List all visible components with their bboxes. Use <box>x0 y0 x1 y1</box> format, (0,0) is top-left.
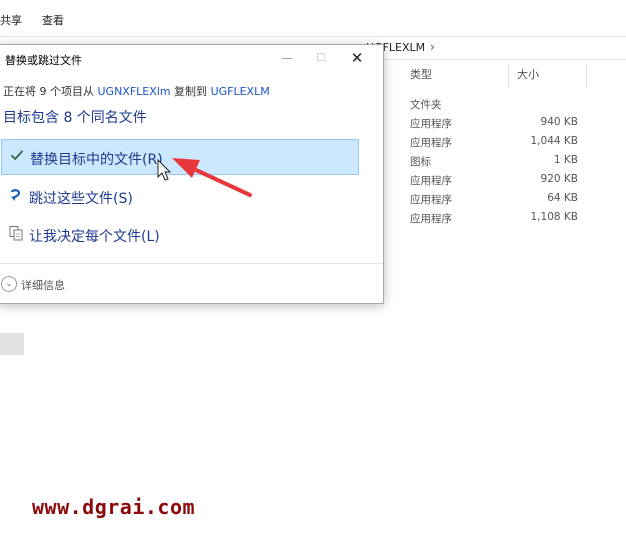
annotation-arrow-icon <box>157 158 252 197</box>
watermark: www.dgrai.com <box>32 495 196 519</box>
mouse-cursor-icon <box>157 158 172 181</box>
